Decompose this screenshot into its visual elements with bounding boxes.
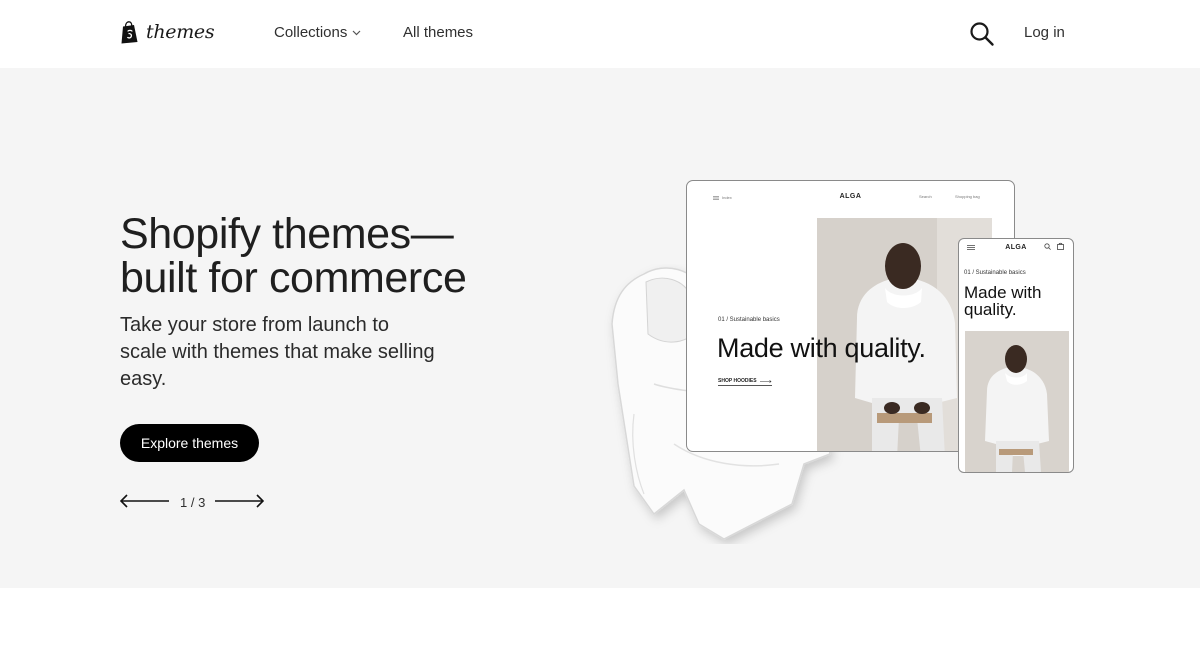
search-icon (1044, 243, 1051, 250)
tablet-shop-link-label: SHOP HOODIES (718, 378, 757, 384)
tablet-bag-label: Shopping bag (955, 194, 980, 199)
search-icon[interactable] (969, 21, 995, 47)
chevron-down-icon (352, 30, 361, 35)
tablet-search: Search (919, 194, 932, 199)
hero-section: Shopify themes— built for commerce Take … (0, 68, 1200, 588)
phone-eyebrow: 01 / Sustainable basics (964, 270, 1026, 276)
nav-all-themes-label: All themes (403, 24, 474, 41)
carousel-counter: 1 / 3 (180, 494, 206, 510)
login-link[interactable]: Log in (1024, 24, 1065, 41)
tablet-shop-link: SHOP HOODIES (718, 378, 772, 386)
hero-title-line2: built for commerce (120, 254, 467, 302)
hero-title: Shopify themes— built for commerce (120, 212, 540, 300)
tablet-headline: Made with quality. (717, 333, 926, 363)
hero-title-line1: Shopify themes— (120, 210, 454, 258)
nav-collections-label: Collections (274, 24, 348, 41)
phone-mockup: ALGA 01 / Sustainable basics Made with q… (958, 238, 1074, 473)
carousel-pager: 1 / 3 (120, 492, 265, 510)
hero-subtitle: Take your store from launch to scale wit… (120, 314, 435, 390)
site-header: themes Collections All themes Log in (0, 0, 1200, 68)
phone-model-photo (965, 331, 1069, 472)
arrow-right-icon[interactable] (214, 494, 265, 508)
explore-themes-button[interactable]: Explore themes (120, 424, 259, 462)
phone-brand: ALGA (1005, 244, 1027, 251)
tablet-eyebrow: 01 / Sustainable basics (718, 317, 780, 323)
nav-collections[interactable]: Collections (274, 24, 361, 41)
shopify-themes-logo[interactable]: themes (120, 20, 215, 44)
logo-text: themes (146, 21, 215, 43)
tablet-search-label: Search (919, 194, 932, 199)
shopping-bag-icon (1057, 242, 1064, 250)
arrow-right-icon (759, 379, 772, 383)
phone-headline: Made with quality. (964, 283, 1042, 319)
shopify-bag-icon (121, 20, 138, 43)
tablet-bag: Shopping bag (955, 194, 980, 199)
nav-all-themes[interactable]: All themes (403, 24, 473, 41)
arrow-left-icon[interactable] (120, 494, 170, 508)
